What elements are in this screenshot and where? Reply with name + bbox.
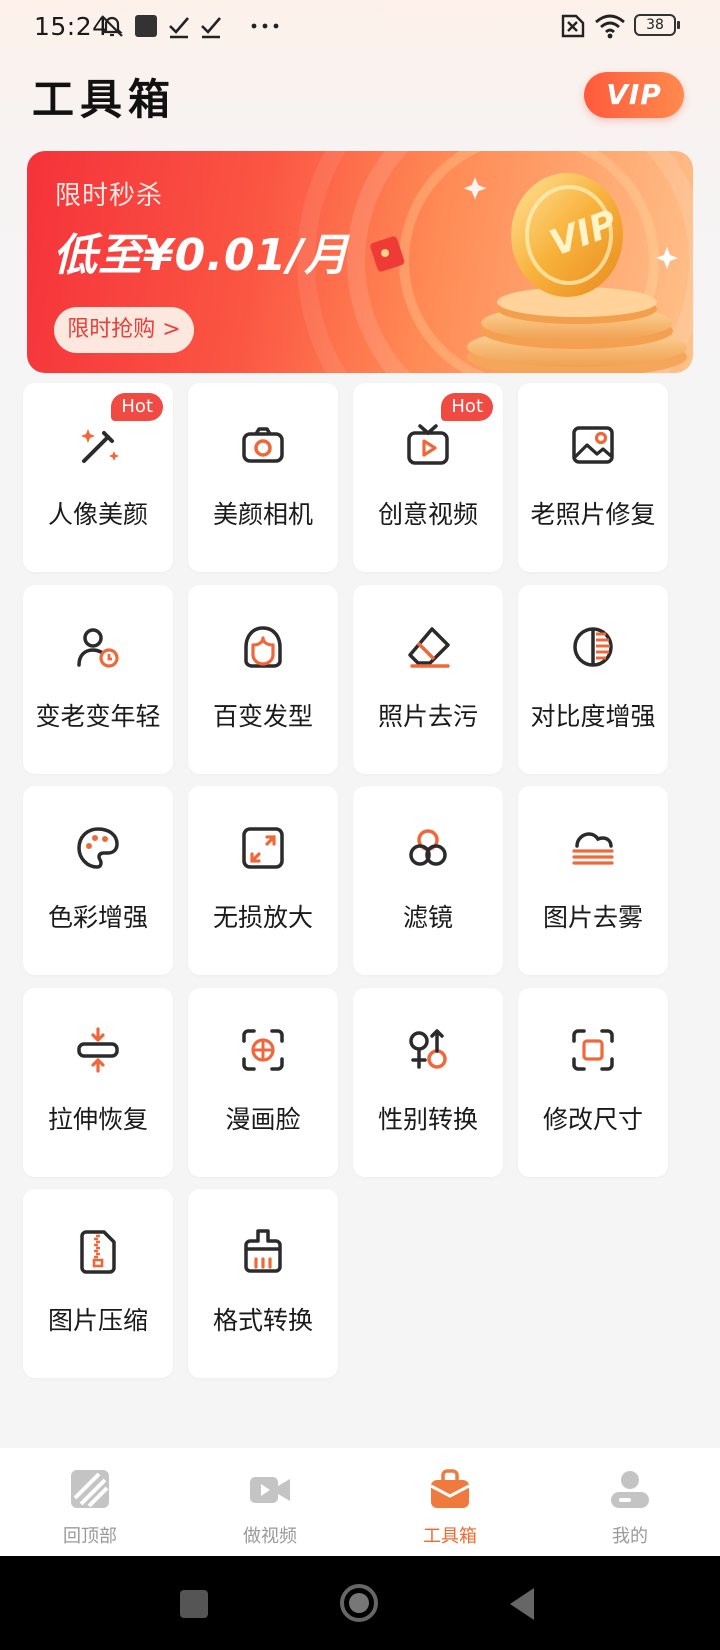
tool-label: 性别转换 (377, 1105, 478, 1134)
tool-label: 色彩增强 (47, 903, 148, 932)
tool-card[interactable]: 滤镜 (353, 786, 503, 975)
filter-circles-icon (409, 829, 447, 866)
image-icon (572, 426, 614, 464)
mute-icon (101, 15, 123, 37)
nav-item[interactable]: 工具箱 (360, 1448, 540, 1556)
tool-card[interactable]: 图片去雾 (518, 786, 668, 975)
toolbox-icon (430, 1469, 470, 1508)
tool-label: 人像美颜 (47, 500, 148, 529)
tool-card[interactable]: 拉伸恢复 (23, 988, 173, 1177)
tool-label: 照片去污 (377, 702, 478, 731)
eraser-icon (408, 627, 450, 668)
home-button[interactable] (340, 1584, 378, 1622)
contrast-icon (573, 627, 613, 667)
tool-label: 美颜相机 (212, 500, 313, 529)
fog-icon (572, 832, 614, 865)
tool-label: 图片压缩 (47, 1306, 148, 1335)
tool-card[interactable]: 图片压缩 (23, 1189, 173, 1378)
nav-item[interactable]: 回顶部 (0, 1448, 180, 1556)
tool-card[interactable]: 百变发型 (188, 585, 338, 774)
vip-coin-illustration: VIP (463, 173, 687, 373)
wifi-icon (595, 14, 625, 39)
red-envelope-icon (370, 236, 405, 272)
tool-label: 变老变年轻 (35, 702, 161, 731)
hot-badge: Hot (111, 393, 163, 421)
tool-label: 格式转换 (212, 1306, 313, 1335)
nav-label: 做视频 (243, 1526, 297, 1547)
square-icon (135, 15, 157, 37)
expand-icon (242, 827, 284, 869)
tool-label: 创意视频 (377, 500, 478, 529)
brush-icon (244, 1229, 282, 1273)
tool-card[interactable]: 创意视频 Hot (353, 383, 503, 572)
tool-label: 老照片修复 (530, 500, 656, 529)
system-nav-bar (0, 1556, 720, 1650)
tool-card[interactable]: 变老变年轻 (23, 585, 173, 774)
sim-off-icon (561, 14, 585, 38)
tool-card[interactable]: 格式转换 (188, 1189, 338, 1378)
tool-label: 无损放大 (212, 903, 313, 932)
tool-card[interactable]: 老照片修复 (518, 383, 668, 572)
check-icon (169, 17, 189, 39)
battery-icon: 38 (634, 14, 680, 36)
back-button[interactable] (506, 1586, 538, 1622)
vip-button[interactable]: VIP (584, 72, 684, 118)
tool-card[interactable]: 漫画脸 (188, 988, 338, 1177)
tool-label: 图片去雾 (542, 903, 643, 932)
resize-icon (572, 1029, 614, 1071)
tv-play-icon (407, 424, 449, 465)
tool-card[interactable]: 对比度增强 (518, 585, 668, 774)
tool-label: 滤镜 (402, 903, 453, 932)
check-icon (201, 17, 221, 39)
tool-card[interactable]: 修改尺寸 (518, 988, 668, 1177)
nav-item[interactable]: 做视频 (180, 1448, 360, 1556)
nav-label: 回顶部 (63, 1526, 117, 1547)
video-camera-icon (250, 1477, 290, 1503)
profile-icon (611, 1471, 649, 1508)
banner-cta-button[interactable]: 限时抢购 > (54, 307, 194, 353)
tool-label: 百变发型 (212, 702, 313, 731)
nav-label: 工具箱 (423, 1526, 477, 1547)
tool-card[interactable]: 照片去污 (353, 585, 503, 774)
face-scan-icon (242, 1029, 284, 1071)
nav-item[interactable]: 我的 (540, 1448, 720, 1556)
tool-card[interactable]: 无损放大 (188, 786, 338, 975)
tool-label: 对比度增强 (530, 702, 656, 731)
tool-label: 漫画脸 (225, 1105, 301, 1134)
banner-subtitle: 限时秒杀 (55, 181, 164, 211)
zip-file-icon (80, 1230, 116, 1274)
camera-icon (242, 427, 284, 463)
tool-card[interactable]: 色彩增强 (23, 786, 173, 975)
tool-card[interactable]: 美颜相机 (188, 383, 338, 572)
tool-card[interactable]: 人像美颜 Hot (23, 383, 173, 572)
promo-banner[interactable]: 限时秒杀 低至¥0.01/月 限时抢购 > VIP (27, 151, 693, 373)
magic-wand-icon (81, 429, 119, 463)
status-bar: 15:24 38 (0, 0, 720, 56)
gender-icon (409, 1029, 447, 1069)
palette-icon (77, 827, 119, 869)
hot-badge: Hot (441, 393, 493, 421)
hair-icon (244, 626, 282, 668)
stretch-icon (77, 1027, 119, 1073)
nav-label: 我的 (612, 1526, 648, 1547)
more-dots-icon (251, 23, 279, 29)
recent-apps-button[interactable] (180, 1590, 208, 1618)
tool-card[interactable]: 性别转换 (353, 988, 503, 1177)
person-clock-icon (77, 628, 119, 668)
battery-level: 38 (646, 17, 664, 33)
banner-headline: 低至¥0.01/月 (53, 230, 350, 281)
bottom-nav: 回顶部 做视频 工具箱 我的 (0, 1448, 720, 1556)
page-title: 工具箱 (32, 75, 177, 124)
tool-label: 拉伸恢复 (47, 1105, 148, 1134)
back-to-top-icon (71, 1470, 109, 1508)
tool-label: 修改尺寸 (542, 1105, 643, 1134)
